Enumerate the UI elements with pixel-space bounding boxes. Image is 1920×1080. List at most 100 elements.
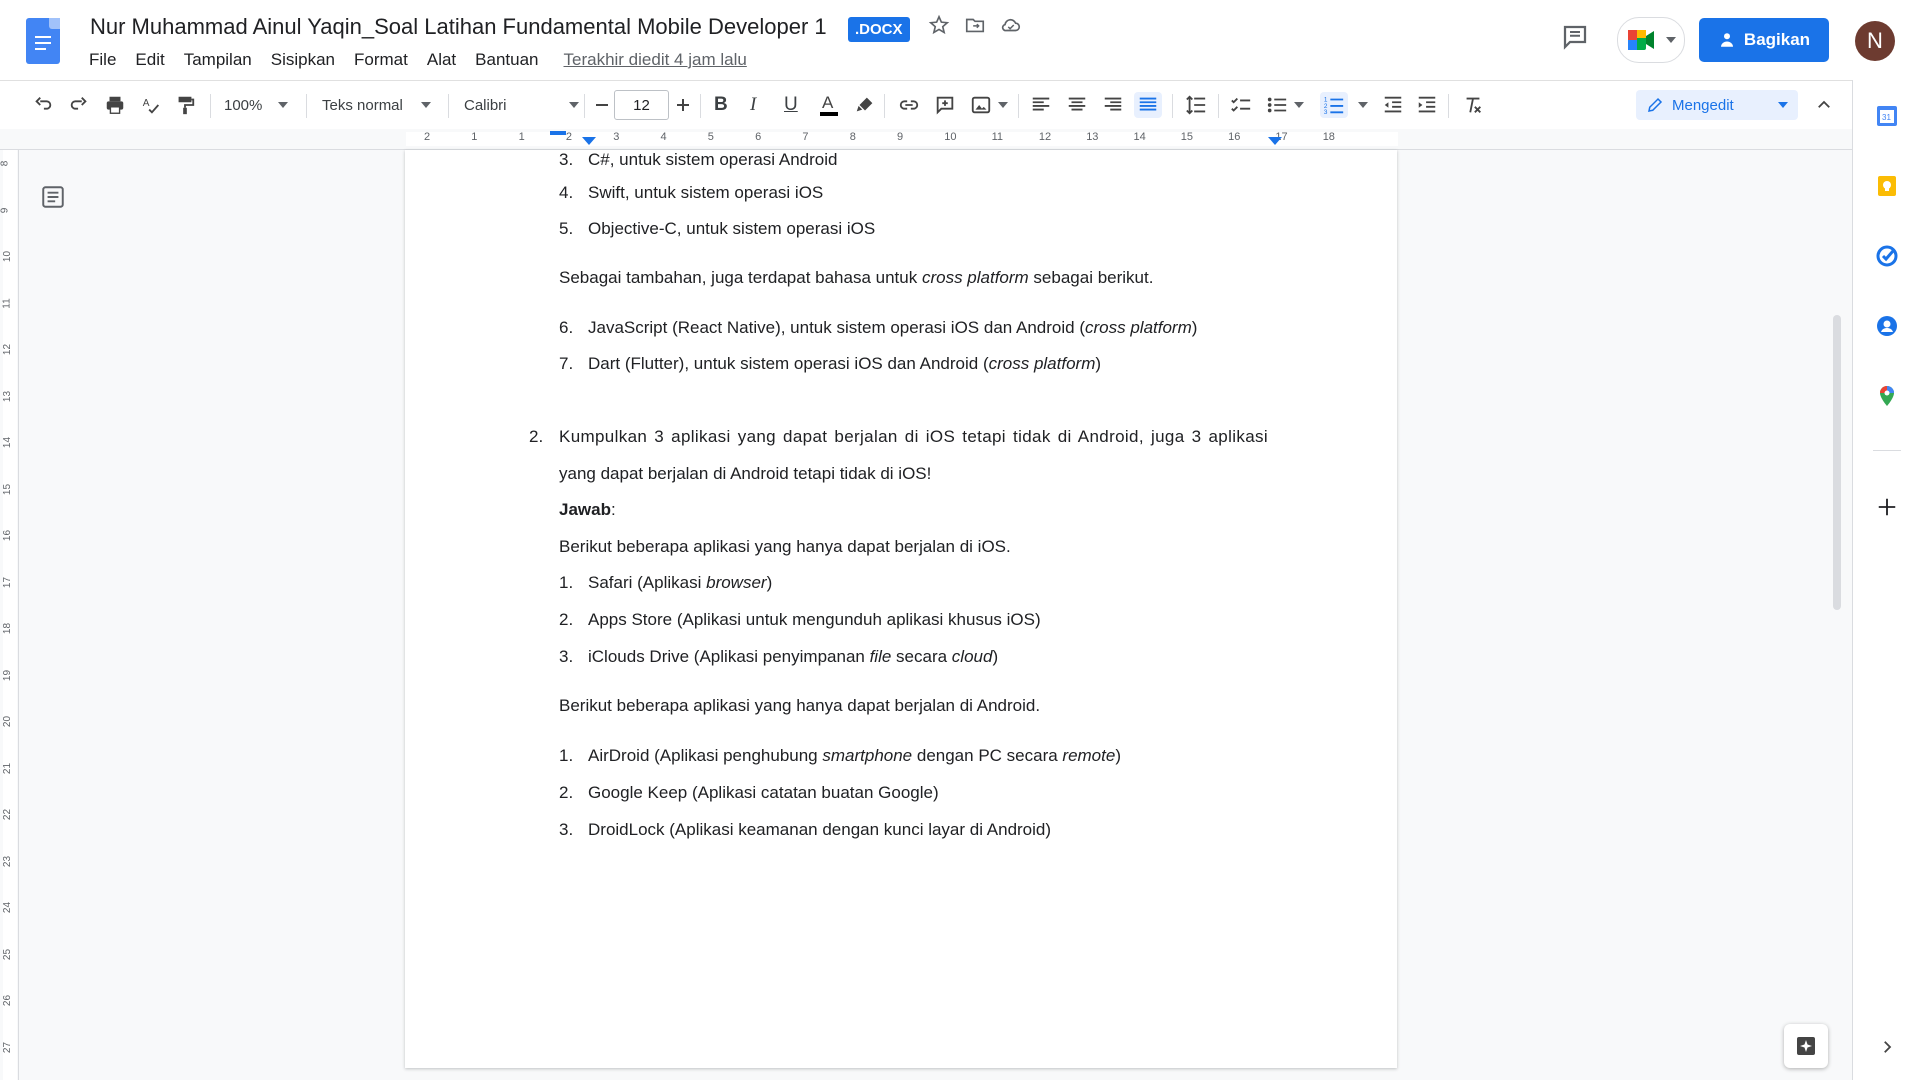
- file-type-badge: .DOCX: [848, 17, 910, 42]
- vertical-ruler-number: 25: [2, 948, 14, 960]
- account-avatar[interactable]: N: [1855, 21, 1895, 61]
- answer-label: Jawab:: [559, 500, 616, 520]
- increase-font-size-icon[interactable]: [675, 92, 691, 118]
- text-run: ): [766, 573, 773, 592]
- redo-icon[interactable]: [68, 92, 90, 118]
- text-color-icon[interactable]: A: [818, 92, 840, 118]
- star-icon[interactable]: [928, 14, 950, 36]
- side-panel-divider: [1873, 450, 1901, 451]
- explore-button[interactable]: [1784, 1024, 1828, 1068]
- list-number: 3.: [559, 647, 574, 666]
- justify-icon[interactable]: [1134, 92, 1162, 118]
- add-comment-icon[interactable]: [934, 92, 956, 118]
- text-run: Sebagai tambahan, juga terdapat bahasa u…: [559, 268, 922, 287]
- align-center-icon[interactable]: [1066, 92, 1088, 118]
- increase-indent-icon[interactable]: [1416, 92, 1438, 118]
- list-item: Safari (Aplikasi browser): [588, 573, 772, 593]
- move-folder-icon[interactable]: [964, 14, 986, 36]
- list-number: 3.: [559, 820, 574, 839]
- text-run: ): [992, 647, 999, 666]
- mode-dropdown-icon: [1778, 102, 1788, 108]
- maps-icon[interactable]: [1875, 384, 1899, 408]
- ruler-number: 1: [471, 131, 478, 143]
- cross-platform-intro: Sebagai tambahan, juga terdapat bahasa u…: [559, 268, 1153, 288]
- paint-format-icon[interactable]: [174, 92, 196, 118]
- keep-icon[interactable]: [1875, 174, 1899, 198]
- expand-panel-icon[interactable]: [1875, 1035, 1899, 1059]
- horizontal-ruler[interactable]: 2 1 1 2 3 4 5 6 7 8 9 10 11 12 13 14 15 16 17 18: [0, 129, 1852, 150]
- document-page[interactable]: 3. C#, untuk sistem operasi Android 4. S…: [405, 150, 1397, 1068]
- text-run-italic: cross platform: [988, 354, 1096, 373]
- ruler-number: 2: [565, 131, 573, 143]
- ruler-number: 14: [1133, 131, 1146, 143]
- align-left-icon[interactable]: [1030, 92, 1052, 118]
- explore-sparkle-icon: [1797, 1037, 1815, 1055]
- document-title[interactable]: Nur Muhammad Ainul Yaqin_Soal Latihan Fu…: [90, 14, 827, 40]
- clear-formatting-icon[interactable]: [1462, 92, 1484, 118]
- italic-icon[interactable]: I: [750, 92, 756, 118]
- numbered-list-dropdown-icon[interactable]: [1358, 92, 1368, 118]
- line-spacing-icon[interactable]: [1184, 92, 1208, 118]
- bold-icon[interactable]: B: [714, 92, 728, 118]
- underline-icon[interactable]: U: [784, 92, 798, 118]
- decrease-indent-icon[interactable]: [1382, 92, 1404, 118]
- list-number: 1.: [559, 573, 574, 592]
- spellcheck-icon[interactable]: A: [140, 92, 162, 118]
- vertical-ruler-number: 23: [2, 855, 14, 867]
- undo-icon[interactable]: [32, 92, 54, 118]
- menu-edit[interactable]: Edit: [135, 50, 164, 70]
- list-item: Dart (Flutter), untuk sistem operasi iOS…: [588, 354, 1101, 374]
- text-run-italic: remote: [1062, 746, 1116, 765]
- list-number: 2.: [559, 610, 574, 629]
- contacts-icon[interactable]: [1875, 314, 1899, 338]
- right-margin-marker-icon[interactable]: [1268, 137, 1282, 145]
- collapse-menu-icon[interactable]: [1815, 92, 1833, 118]
- align-right-icon[interactable]: [1102, 92, 1124, 118]
- vertical-ruler-number: 19: [2, 669, 14, 681]
- style-select[interactable]: Teks normal: [322, 92, 431, 118]
- docs-logo-icon[interactable]: [26, 18, 60, 64]
- vertical-ruler[interactable]: 8 9 10 11 12 13 14 15 16 17 18 19 20 21 22 23 24 25 26 27: [0, 150, 19, 1080]
- numbered-list-icon[interactable]: 123: [1320, 92, 1348, 118]
- add-addon-icon[interactable]: [1875, 495, 1899, 519]
- text-run: AirDroid (Aplikasi penghubung: [588, 746, 823, 765]
- bulleted-list-icon[interactable]: [1266, 92, 1304, 118]
- indent-marker-icon[interactable]: [582, 137, 596, 145]
- last-edit-link[interactable]: Terakhir diedit 4 jam lalu: [564, 50, 747, 70]
- menu-bar: File Edit Tampilan Sisipkan Format Alat …: [89, 50, 747, 70]
- insert-image-icon[interactable]: [970, 92, 1008, 118]
- svg-text:A: A: [822, 93, 834, 112]
- tasks-icon[interactable]: [1875, 244, 1899, 268]
- meet-button[interactable]: [1617, 17, 1685, 63]
- decrease-font-size-icon[interactable]: [594, 92, 610, 118]
- link-icon[interactable]: [898, 92, 920, 118]
- pencil-icon: [1648, 97, 1663, 112]
- menu-help[interactable]: Bantuan: [475, 50, 538, 70]
- share-button[interactable]: Bagikan: [1699, 18, 1829, 62]
- style-value: Teks normal: [322, 96, 403, 114]
- zoom-select[interactable]: 100%: [224, 92, 289, 118]
- checklist-icon[interactable]: [1230, 92, 1252, 118]
- editing-mode-select[interactable]: Mengedit: [1636, 90, 1798, 120]
- print-icon[interactable]: [104, 92, 126, 118]
- text-run: Apps Store (Aplikasi untuk mengunduh apl…: [588, 610, 1041, 629]
- text-run-italic: cross platform: [1085, 318, 1192, 337]
- menu-format[interactable]: Format: [354, 50, 408, 70]
- menu-tools[interactable]: Alat: [427, 50, 456, 70]
- cloud-status-icon[interactable]: [1000, 14, 1022, 36]
- menu-insert[interactable]: Sisipkan: [271, 50, 335, 70]
- app-header: Nur Muhammad Ainul Yaqin_Soal Latihan Fu…: [0, 0, 1920, 80]
- menu-file[interactable]: File: [89, 50, 116, 70]
- text-run: sebagai berikut.: [1028, 268, 1154, 287]
- font-select[interactable]: Calibri: [464, 92, 579, 118]
- document-outline-icon[interactable]: [40, 184, 66, 215]
- menu-view[interactable]: Tampilan: [184, 50, 252, 70]
- calendar-icon[interactable]: 31: [1875, 104, 1899, 128]
- left-margin-marker-icon[interactable]: [550, 131, 566, 139]
- font-size-input[interactable]: 12: [614, 90, 669, 120]
- ruler-number: 3: [613, 131, 620, 143]
- list-number: 2.: [559, 783, 574, 802]
- highlight-icon[interactable]: [854, 92, 876, 118]
- comments-icon[interactable]: [1560, 22, 1590, 57]
- scrollbar-thumb[interactable]: [1833, 315, 1841, 610]
